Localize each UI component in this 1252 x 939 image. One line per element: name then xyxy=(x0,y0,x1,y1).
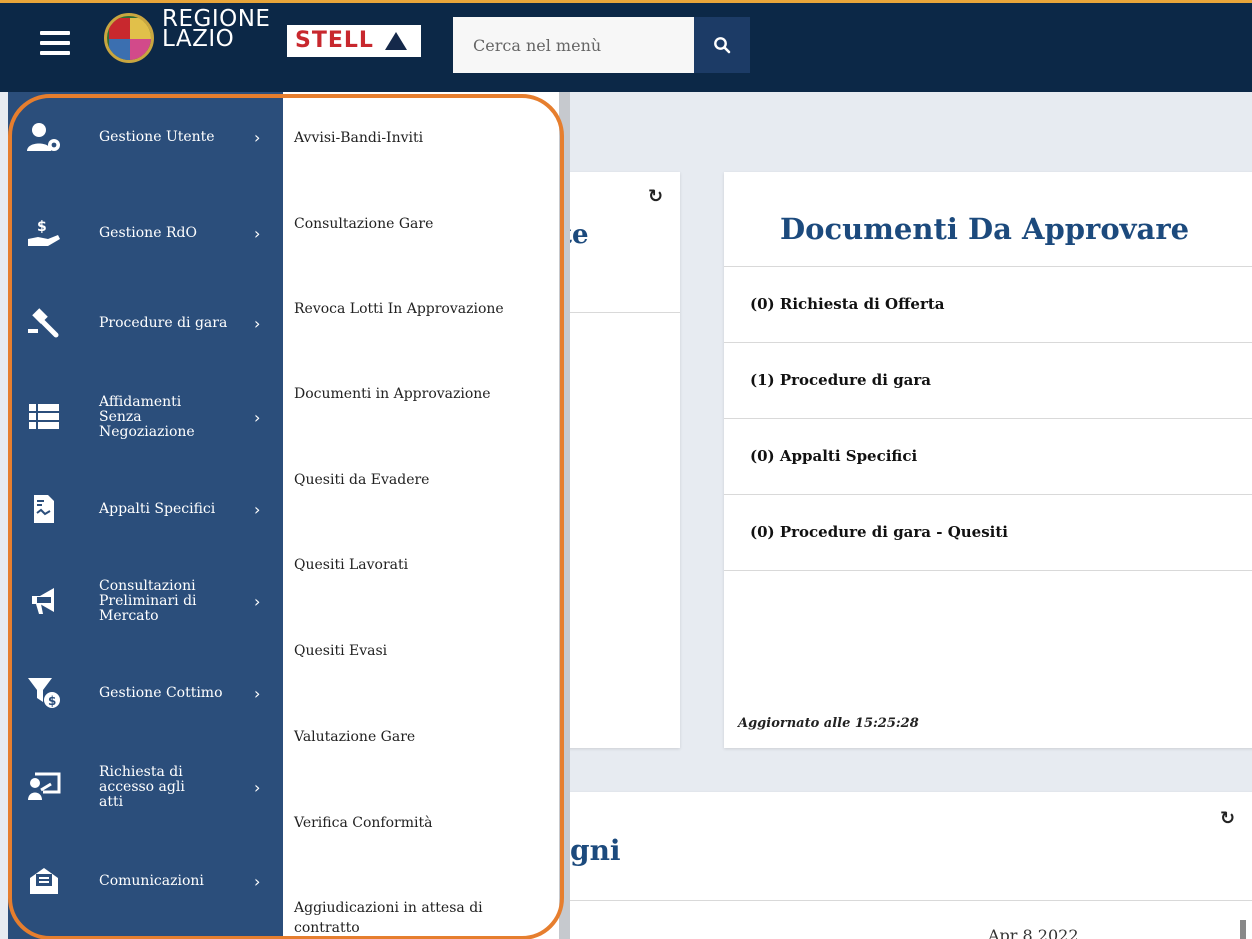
refresh-icon[interactable]: ↻ xyxy=(648,186,663,207)
sidebar-item-label: Gestione Cottimo xyxy=(99,684,223,701)
list-item[interactable]: (0) Procedure di gara - Quesiti xyxy=(724,495,1252,571)
date-text: Apr 8 2022 xyxy=(988,926,1079,939)
documents-list: (0) Richiesta di Offerta (1) Procedure d… xyxy=(724,266,1252,571)
megaphone-icon xyxy=(26,583,62,619)
last-updated-text: Aggiornato alle 15:25:28 xyxy=(738,716,919,731)
submenu-item[interactable]: Quesiti da Evadere xyxy=(294,470,544,490)
sidebar-item-label: Richiesta di accesso agli atti xyxy=(99,763,185,810)
hamburger-menu-icon[interactable] xyxy=(40,31,70,55)
chevron-right-icon: › xyxy=(254,407,261,427)
chevron-right-icon: › xyxy=(254,871,261,891)
card-bottom-title: gni xyxy=(570,834,621,867)
sidebar-item-comunicazioni[interactable]: Comunicazioni › xyxy=(8,856,283,906)
submenu-scrollbar[interactable] xyxy=(559,92,570,939)
sidebar-item-richiesta-accesso-atti[interactable]: Richiesta di accesso agli atti › xyxy=(8,762,283,812)
regione-lazio-seal-icon xyxy=(104,13,154,63)
sidebar-item-gestione-utente[interactable]: Gestione Utente › xyxy=(8,112,283,162)
sidebar-item-gestione-cottimo[interactable]: $ Gestione Cottimo › xyxy=(8,668,283,718)
chevron-right-icon: › xyxy=(254,313,261,333)
list-item[interactable]: (0) Appalti Specifici xyxy=(724,419,1252,495)
svg-text:$: $ xyxy=(37,219,47,235)
regione-lazio-logo-text[interactable]: REGIONE LAZIO xyxy=(162,8,270,52)
chevron-right-icon: › xyxy=(254,777,261,797)
submenu-item[interactable]: Verifica Conformità xyxy=(294,813,544,833)
submenu-item[interactable]: Quesiti Lavorati xyxy=(294,555,544,575)
sidebar-item-procedure-di-gara[interactable]: Procedure di gara › xyxy=(8,298,283,348)
submenu-item[interactable]: Revoca Lotti In Approvazione xyxy=(294,299,544,319)
submenu-panel: Avvisi-Bandi-Inviti Consultazione Gare R… xyxy=(283,92,563,939)
submenu-item[interactable]: Documenti in Approvazione xyxy=(294,384,544,404)
hand-dollar-icon: $ xyxy=(26,215,62,251)
svg-text:$: $ xyxy=(48,694,56,708)
filter-dollar-icon: $ xyxy=(26,675,62,711)
divider xyxy=(500,900,1252,901)
chevron-right-icon: › xyxy=(254,223,261,243)
submenu-item[interactable]: Avvisi-Bandi-Inviti xyxy=(294,128,544,148)
documenti-da-approvare-card: Documenti Da Approvare (0) Richiesta di … xyxy=(724,172,1252,748)
stella-logo[interactable]: STELL xyxy=(287,25,421,57)
stella-logo-text: STELL xyxy=(295,28,374,53)
document-icon xyxy=(26,491,62,527)
sidebar-item-appalti-specifici[interactable]: Appalti Specifici › xyxy=(8,484,283,534)
stella-triangle-icon xyxy=(385,32,407,50)
side-menu: Gestione Utente › $ Gestione RdO › Proce… xyxy=(8,92,283,939)
card-title: Documenti Da Approvare xyxy=(780,212,1190,246)
sidebar-item-label: Affidamenti Senza Negoziazione xyxy=(99,393,195,440)
sidebar-item-label: Procedure di gara xyxy=(99,314,228,331)
submenu-item[interactable]: Aggiudicazioni in attesa di contratto xyxy=(294,898,524,938)
chevron-right-icon: › xyxy=(254,591,261,611)
sidebar-item-label: Gestione RdO xyxy=(99,224,197,241)
submenu-item[interactable]: Quesiti Evasi xyxy=(294,641,544,661)
user-gear-icon xyxy=(26,119,62,155)
dashboard-card-bottom: gni ↻ Apr 8 2022 xyxy=(500,792,1252,939)
list-icon xyxy=(26,399,62,435)
list-item[interactable]: (1) Procedure di gara xyxy=(724,343,1252,419)
list-item[interactable]: (0) Richiesta di Offerta xyxy=(724,267,1252,343)
search-button[interactable] xyxy=(694,17,750,73)
scrollbar[interactable] xyxy=(1240,920,1246,939)
envelope-icon xyxy=(26,863,62,899)
sidebar-item-label: Consultazioni Preliminari di Mercato xyxy=(99,577,197,624)
top-header: REGIONE LAZIO STELL xyxy=(0,0,1252,92)
sidebar-item-label: Appalti Specifici xyxy=(99,500,216,517)
sidebar-item-label: Gestione Utente xyxy=(99,128,215,145)
gavel-icon xyxy=(26,305,62,341)
sidebar-item-affidamenti-senza-negoziazione[interactable]: Affidamenti Senza Negoziazione › xyxy=(8,382,283,452)
sidebar-item-consultazioni-preliminari[interactable]: Consultazioni Preliminari di Mercato › xyxy=(8,566,283,636)
refresh-icon[interactable]: ↻ xyxy=(1220,808,1235,829)
sidebar-item-gestione-rdo[interactable]: $ Gestione RdO › xyxy=(8,208,283,258)
submenu-item[interactable]: Consultazione Gare xyxy=(294,214,544,234)
search-icon xyxy=(714,37,731,54)
chevron-right-icon: › xyxy=(254,499,261,519)
menu-search-input[interactable] xyxy=(453,17,694,73)
submenu-item[interactable]: Valutazione Gare xyxy=(294,727,544,747)
logo-line-2: LAZIO xyxy=(162,26,235,52)
chevron-right-icon: › xyxy=(254,127,261,147)
chevron-right-icon: › xyxy=(254,683,261,703)
sidebar-item-label: Comunicazioni xyxy=(99,872,204,889)
presentation-icon xyxy=(26,769,62,805)
